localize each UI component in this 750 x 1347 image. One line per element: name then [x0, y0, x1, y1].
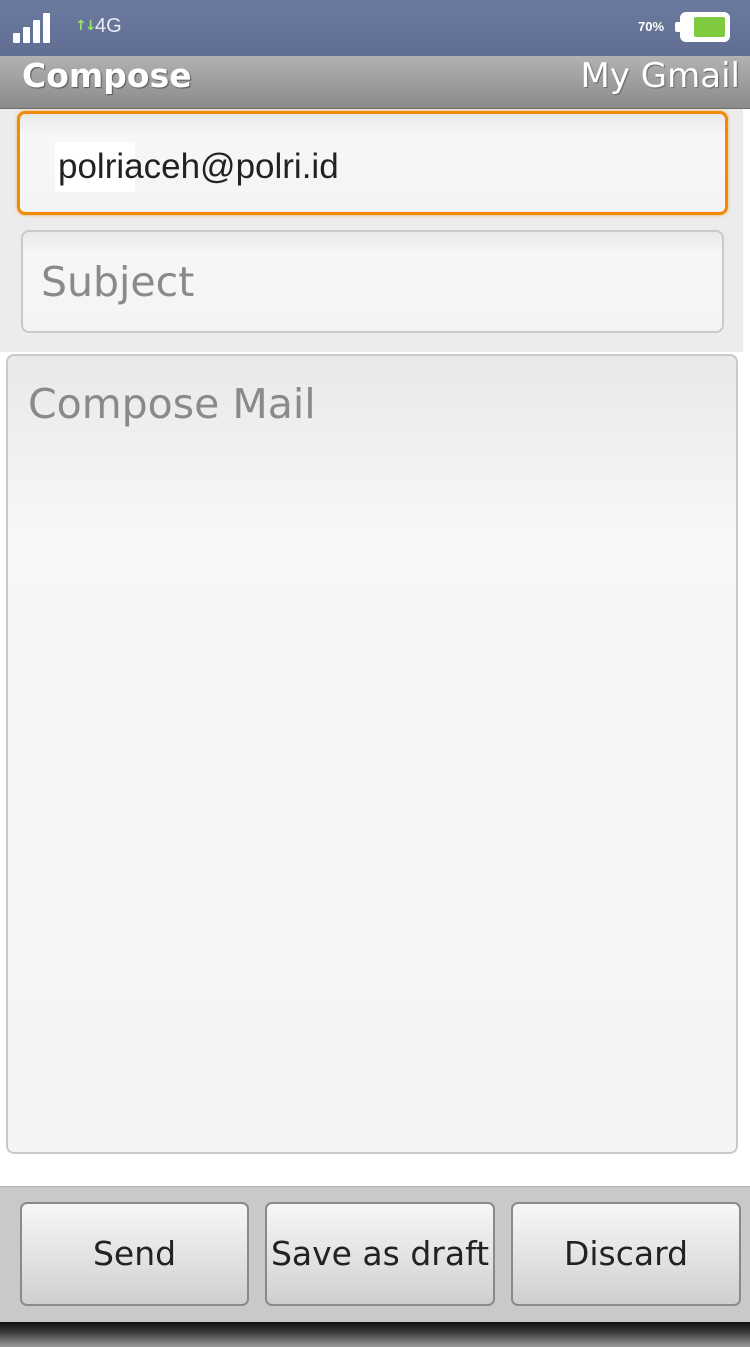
send-button[interactable]: Send: [20, 1202, 249, 1306]
save-draft-button[interactable]: Save as draft: [265, 1202, 495, 1306]
page-title: Compose: [22, 56, 192, 95]
subject-field[interactable]: Subject: [21, 230, 724, 333]
network-type-label: 4G: [95, 15, 122, 37]
message-body-field[interactable]: Compose Mail: [6, 354, 738, 1154]
discard-button[interactable]: Discard: [511, 1202, 741, 1306]
signal-strength-icon: [13, 13, 53, 43]
message-body-placeholder: Compose Mail: [28, 380, 316, 428]
subject-placeholder: Subject: [41, 258, 195, 306]
battery-icon: [675, 12, 730, 42]
to-field-value: polriaceh@polri.id: [55, 142, 342, 192]
data-activity-icon: ↑↓: [75, 18, 97, 34]
battery-percent: 70%: [638, 19, 665, 34]
battery-fill: [694, 17, 725, 37]
status-bar: ↑↓ 4G 70%: [0, 0, 750, 56]
bottom-edge: [0, 1322, 750, 1347]
to-field[interactable]: polriaceh@polri.id: [17, 111, 728, 215]
app-name: My Gmail: [580, 56, 740, 96]
title-bar: Compose My Gmail: [0, 56, 750, 109]
